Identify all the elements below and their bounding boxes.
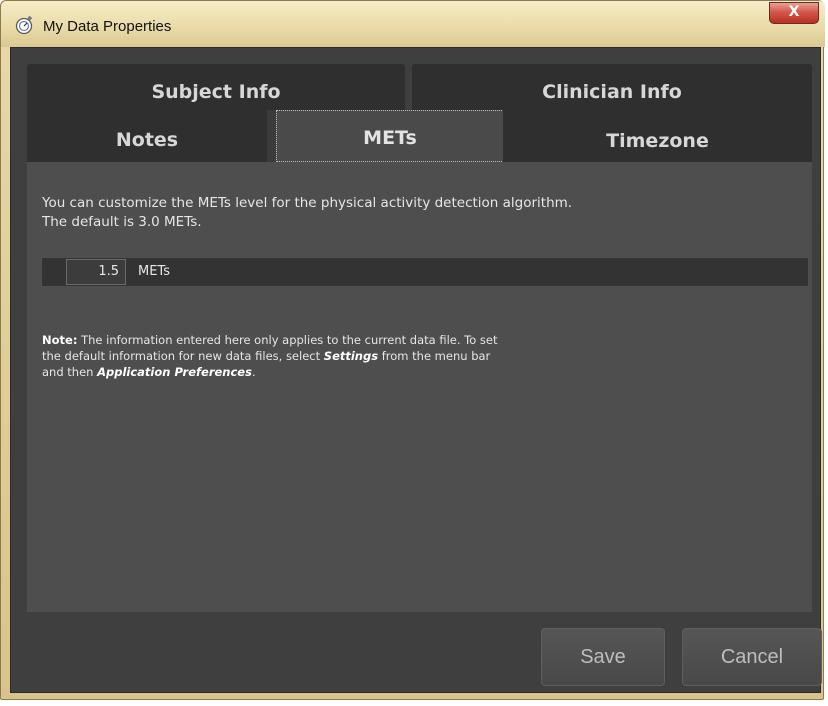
tab-notes[interactable]: Notes <box>27 110 267 162</box>
dialog-window: My Data Properties X Subject Info Clinic… <box>0 0 825 700</box>
tab-timezone[interactable]: Timezone <box>503 110 812 162</box>
note-line-2b: from the menu bar <box>378 349 491 363</box>
window-title: My Data Properties <box>43 18 172 35</box>
note-label: Note: <box>42 333 78 347</box>
note-app-preferences: Application Preferences <box>97 365 252 379</box>
close-button[interactable]: X <box>769 2 819 24</box>
tab-label: Notes <box>115 129 179 151</box>
mets-value-input[interactable]: 1.5 <box>66 259 126 285</box>
tab-clinician-info[interactable]: Clinician Info <box>412 64 812 110</box>
description-line-2: The default is 3.0 METs. <box>42 214 202 230</box>
tab-label: METs <box>363 127 417 149</box>
description-line-1: You can customize the METs level for the… <box>42 195 573 211</box>
note-settings: Settings <box>323 349 379 363</box>
tab-subject-info[interactable]: Subject Info <box>27 64 405 110</box>
tab-divider <box>267 110 276 162</box>
mets-panel: You can customize the METs level for the… <box>27 162 812 612</box>
title-bar[interactable]: My Data Properties X <box>1 1 825 47</box>
tab-mets[interactable]: METs <box>276 110 504 162</box>
mets-description: You can customize the METs level for the… <box>42 194 572 232</box>
mets-input-row: 1.5 METs <box>42 258 808 286</box>
note-line-2a: the default information for new data fil… <box>42 349 324 363</box>
save-button[interactable]: Save <box>541 628 665 686</box>
cancel-button[interactable]: Cancel <box>682 628 822 686</box>
note-line-3a: and then <box>42 365 98 379</box>
dialog-body: Subject Info Clinician Info Notes METs T… <box>10 47 822 693</box>
note-text: Note: The information entered here only … <box>42 332 498 380</box>
mets-unit-label: METs <box>138 264 170 279</box>
note-line-1: The information entered here only applie… <box>77 333 498 347</box>
note-line-3b: . <box>251 365 256 379</box>
app-stopwatch-icon <box>15 15 33 35</box>
